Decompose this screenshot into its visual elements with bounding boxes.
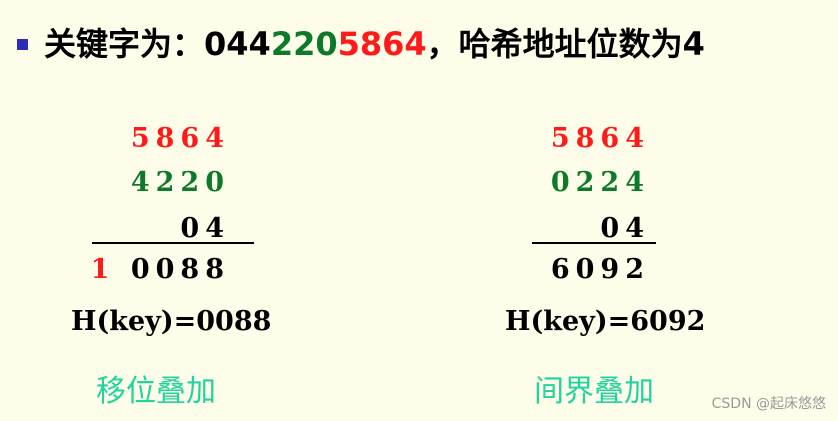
left-sum-line (92, 242, 254, 244)
right-sum-line (532, 242, 656, 244)
left-hkey: H(key)=0088 (71, 306, 272, 337)
right-hkey: H(key)=6092 (505, 306, 706, 337)
key-part-green: 220 (270, 25, 338, 63)
left-row-3: 04 (180, 213, 230, 244)
right-sum-row: 6092 (550, 254, 650, 285)
right-row-2: 0224 (550, 167, 650, 198)
right-calculation: 5864 0224 04 6092 (500, 122, 650, 287)
title-prefix: 关键字为： (44, 25, 205, 63)
left-row-2: 4220 (130, 167, 230, 198)
left-sum-carry: 1 (90, 254, 116, 285)
title-suffix: ，哈希地址位数为4 (426, 25, 705, 63)
left-row-1: 5864 (130, 123, 230, 154)
right-method-label: 间界叠加 (534, 374, 654, 409)
key-part-red: 5864 (337, 25, 427, 63)
page-title: 关键字为：0442205864，哈希地址位数为4 (17, 22, 705, 66)
right-row-3: 04 (600, 213, 650, 244)
left-method-label: 移位叠加 (96, 374, 216, 409)
left-sum-row: 1 0088 (91, 256, 230, 283)
left-calculation: 5864 4220 04 1 0088 (90, 122, 230, 287)
key-part-black: 044 (204, 25, 271, 63)
left-sum-rest: 0088 (130, 254, 230, 285)
bullet-icon (17, 38, 28, 50)
right-row-1: 5864 (550, 123, 650, 154)
csdn-watermark: CSDN @起床悠悠 (711, 396, 826, 412)
